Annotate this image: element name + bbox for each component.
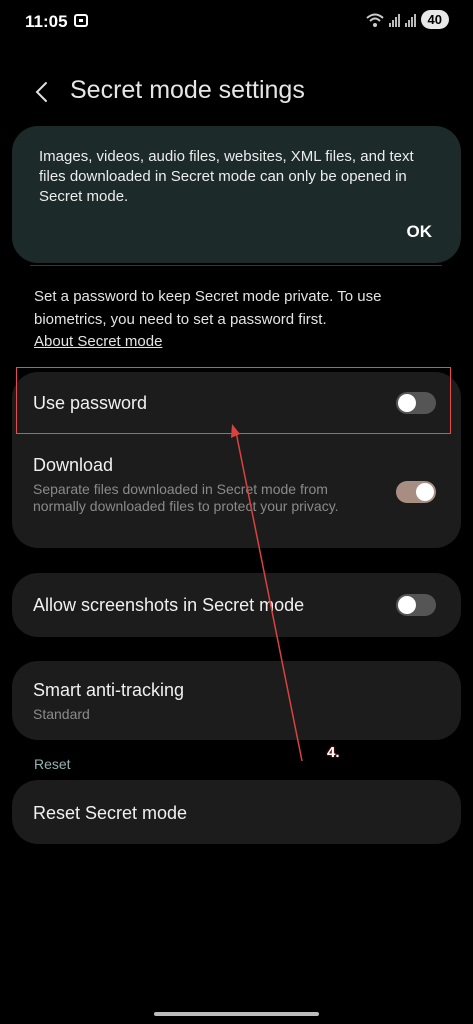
home-indicator[interactable] — [154, 1012, 319, 1016]
annotation-step-label: 4. — [327, 744, 340, 761]
annotation-arrow — [231, 424, 303, 762]
